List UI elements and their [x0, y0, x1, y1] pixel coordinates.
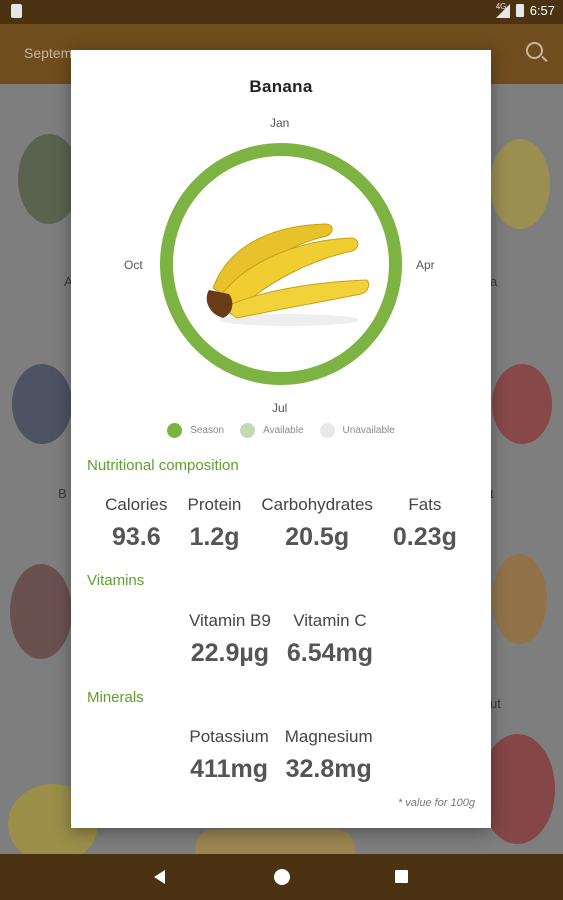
vitamin-values: Vitamin B9 22.9µg Vitamin C 6.54mg	[71, 611, 491, 668]
unavailable-dot-icon	[319, 423, 335, 438]
legend-label: Unavailable	[342, 425, 395, 436]
nutrient-calories: Calories 93.6	[105, 495, 167, 552]
legend-label: Season	[190, 425, 225, 436]
recent-apps-icon[interactable]	[395, 870, 408, 883]
fruit-image[interactable]	[492, 554, 547, 644]
background-label: B	[58, 486, 67, 501]
home-icon[interactable]	[274, 869, 290, 885]
mineral-label: Magnesium	[284, 727, 373, 746]
vitamin-label: Vitamin C	[293, 611, 367, 630]
nutrient-label: Carbohydrates	[261, 495, 373, 514]
legend-available: Available	[240, 423, 304, 438]
vitamin-c: Vitamin C 6.54mg	[287, 611, 373, 668]
season-legend: Season Available Unavailable	[71, 423, 491, 438]
mineral-magnesium: Magnesium 32.8mg	[285, 727, 373, 784]
value-footnote: * value for 100g	[397, 797, 475, 809]
available-dot-icon	[240, 423, 256, 438]
month-label-oct: Oct	[124, 258, 143, 272]
app-bar-title[interactable]: Septem	[24, 45, 72, 61]
battery-icon	[515, 4, 524, 17]
nutrient-value: 0.23g	[392, 523, 457, 551]
month-label-apr: Apr	[416, 258, 435, 272]
nutrient-label: Calories	[105, 495, 168, 514]
banana-image	[206, 223, 370, 326]
network-type: 4G	[495, 1, 507, 11]
background-label: a	[490, 274, 498, 289]
legend-label: Available	[263, 425, 304, 436]
section-heading-minerals: Minerals	[87, 689, 144, 706]
nutrient-fats: Fats 0.23g	[393, 495, 457, 552]
legend-unavailable: Unavailable	[319, 423, 395, 438]
status-bar: 4G 6:57	[0, 0, 563, 24]
nutrient-protein: Protein 1.2g	[188, 495, 242, 552]
apple-image[interactable]	[480, 734, 555, 844]
fruit-detail-dialog: Banana Jan Apr Jul Oct Season Available …	[71, 50, 491, 828]
background-label: ut	[490, 696, 501, 711]
vitamin-value: 6.54mg	[286, 639, 374, 667]
nutrient-carbohydrates: Carbohydrates 20.5g	[261, 495, 373, 552]
section-heading-nutritional: Nutritional composition	[87, 457, 239, 474]
blueberry-image[interactable]	[12, 364, 72, 444]
dialog-title: Banana	[249, 77, 313, 96]
vitamin-value: 22.9µg	[190, 639, 270, 667]
navigation-bar	[0, 854, 563, 900]
sd-card-icon	[11, 4, 22, 18]
signal-icon: 4G	[495, 1, 510, 18]
legend-season: Season	[167, 423, 224, 438]
back-icon[interactable]	[154, 870, 165, 884]
month-label-jul: Jul	[272, 401, 288, 415]
currant-image[interactable]	[492, 364, 552, 444]
nutritional-values: Calories 93.6 Protein 1.2g Carbohydrates…	[71, 495, 491, 552]
mineral-values: Potassium 411mg Magnesium 32.8mg	[71, 727, 491, 784]
clock: 6:57	[529, 3, 555, 18]
nutrient-label: Protein	[187, 495, 242, 514]
season-dot-icon	[167, 423, 183, 438]
vitamin-label: Vitamin B9	[188, 611, 271, 630]
nutrient-value: 93.6	[112, 523, 161, 551]
fig-image[interactable]	[10, 564, 72, 659]
section-heading-vitamins: Vitamins	[87, 572, 145, 589]
month-label-jan: Jan	[270, 116, 290, 130]
nutrient-label: Fats	[408, 495, 442, 514]
search-icon[interactable]	[526, 42, 543, 59]
banana-image[interactable]	[490, 139, 550, 229]
mineral-potassium: Potassium 411mg	[189, 727, 268, 784]
nutrient-value: 1.2g	[189, 523, 240, 551]
mineral-label: Potassium	[189, 727, 269, 746]
nutrient-value: 20.5g	[285, 523, 350, 551]
mineral-value: 32.8mg	[285, 755, 372, 783]
mineral-value: 411mg	[190, 755, 268, 783]
vitamin-b9: Vitamin B9 22.9µg	[189, 611, 271, 668]
